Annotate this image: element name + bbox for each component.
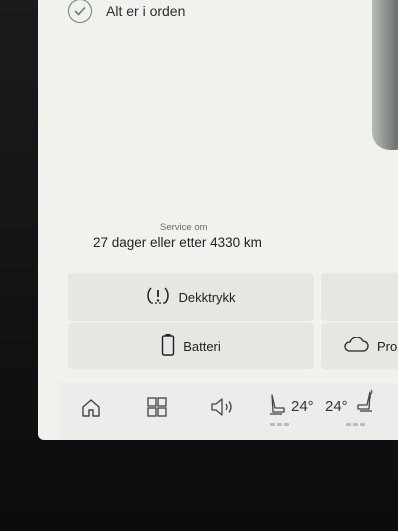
tyre-pressure-button[interactable]: Dekktrykk <box>68 273 314 321</box>
home-icon <box>80 397 102 424</box>
cloud-icon <box>343 335 369 356</box>
seat-heat-left-button[interactable] <box>266 393 288 421</box>
profile-button[interactable]: Pro <box>321 323 398 369</box>
seat-heat-left-icon <box>267 392 287 423</box>
tyre-pressure-label: Dekktrykk <box>178 289 236 305</box>
seat-heat-left-level <box>270 423 289 426</box>
battery-button[interactable]: Batteri <box>68 323 314 369</box>
seat-heat-right-icon <box>355 389 375 420</box>
seat-heat-right-level <box>346 423 365 426</box>
status-text: Alt er i orden <box>106 3 186 19</box>
car-image <box>372 0 398 150</box>
center-display: Alt er i orden Service om 27 dager eller… <box>38 0 398 440</box>
service-label: Service om <box>160 222 208 233</box>
temp-left[interactable]: 24° <box>291 398 314 415</box>
volume-button[interactable] <box>208 396 238 422</box>
home-button[interactable] <box>78 397 104 423</box>
battery-icon <box>161 333 175 360</box>
check-circle-icon <box>68 0 92 23</box>
profile-label: Pro <box>377 338 398 354</box>
seat-heat-right-button[interactable] <box>354 389 376 420</box>
status-row: Alt er i orden <box>68 0 185 28</box>
tyre-pressure-warning-icon <box>146 286 170 309</box>
volume-icon <box>209 396 237 423</box>
service-value: 27 dager eller etter 4330 km <box>93 235 262 250</box>
partial-tile-button[interactable] <box>321 273 398 321</box>
temp-right[interactable]: 24° <box>325 398 348 415</box>
apps-grid-icon <box>146 396 168 423</box>
battery-label: Batteri <box>183 338 221 354</box>
apps-button[interactable] <box>144 396 170 422</box>
